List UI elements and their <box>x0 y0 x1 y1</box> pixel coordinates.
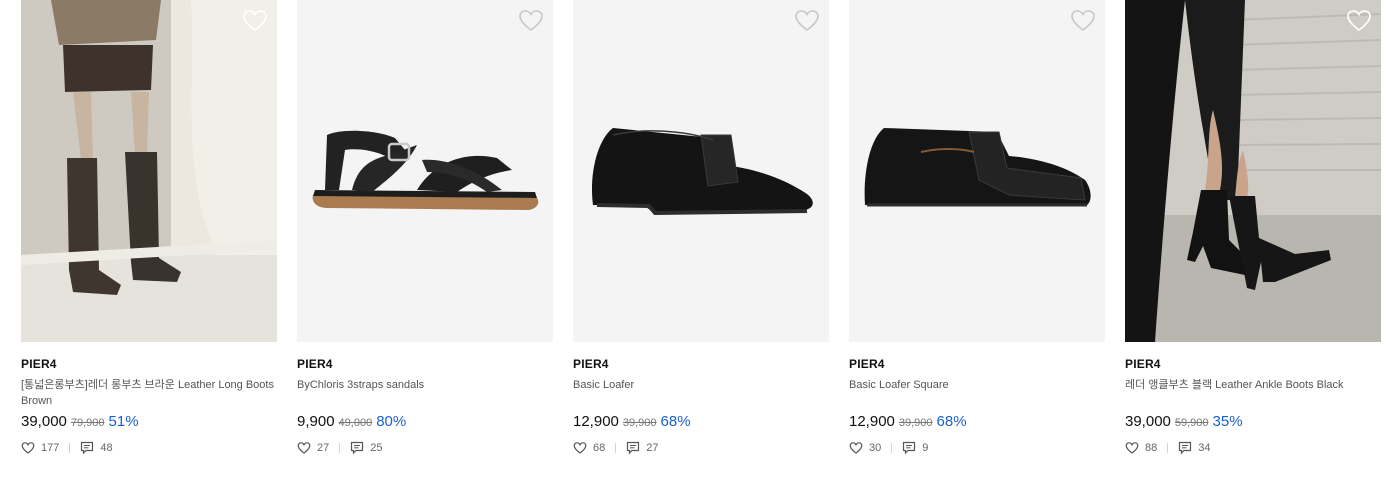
divider <box>69 443 71 453</box>
review-comment-icon <box>81 441 94 455</box>
price-row: 39,000 59,900 35% <box>1125 412 1381 432</box>
product-stats: 177 48 <box>21 440 277 456</box>
discount-rate: 68% <box>936 413 967 430</box>
heart-icon <box>1125 442 1139 454</box>
brand-name[interactable]: PIER4 <box>297 357 553 371</box>
sale-price: 12,900 <box>573 413 619 430</box>
brown-long-boots-photo <box>21 0 277 342</box>
brand-name[interactable]: PIER4 <box>573 357 829 371</box>
price-row: 9,900 49,000 80% <box>297 412 553 432</box>
product-name[interactable]: [통넓은롱부츠]레더 롱부츠 브라운 Leather Long Boots Br… <box>21 377 277 409</box>
wishlist-heart-icon[interactable] <box>1070 9 1096 33</box>
review-count: 27 <box>646 442 659 454</box>
black-loafer-photo <box>573 0 829 342</box>
sale-price: 39,000 <box>1125 413 1171 430</box>
original-price: 79,900 <box>70 417 105 429</box>
review-count: 25 <box>370 442 383 454</box>
heart-icon <box>849 442 863 454</box>
sale-price: 12,900 <box>849 413 895 430</box>
divider <box>339 443 341 453</box>
product-card[interactable]: PIER4 Basic Loafer Square 12,900 39,900 68… <box>849 0 1105 456</box>
brand-name[interactable]: PIER4 <box>1125 357 1381 371</box>
product-stats: 68 27 <box>573 440 829 456</box>
divider <box>615 443 617 453</box>
heart-icon <box>297 442 311 454</box>
product-name[interactable]: ByChloris 3straps sandals <box>297 377 553 409</box>
review-comment-icon <box>903 441 916 455</box>
black-square-loafer-photo <box>849 0 1105 342</box>
like-count: 68 <box>593 442 606 454</box>
sale-price: 39,000 <box>21 413 67 430</box>
brand-name[interactable]: PIER4 <box>21 357 277 371</box>
product-card[interactable]: PIER4 ByChloris 3straps sandals 9,900 49,… <box>297 0 553 456</box>
like-count: 30 <box>869 442 882 454</box>
product-name[interactable]: Basic Loafer <box>573 377 829 409</box>
divider <box>891 443 893 453</box>
review-comment-icon <box>351 441 364 455</box>
divider <box>1167 443 1169 453</box>
review-count: 48 <box>100 442 113 454</box>
price-row: 12,900 39,900 68% <box>849 412 1105 432</box>
product-stats: 88 34 <box>1125 440 1381 456</box>
review-count: 9 <box>922 442 929 454</box>
original-price: 39,900 <box>622 417 657 429</box>
wishlist-heart-icon[interactable] <box>1346 9 1372 33</box>
discount-rate: 51% <box>108 413 139 430</box>
black-strap-sandal-photo <box>297 0 553 342</box>
product-image[interactable] <box>21 0 277 342</box>
original-price: 59,900 <box>1174 417 1209 429</box>
original-price: 39,900 <box>898 417 933 429</box>
product-card[interactable]: PIER4 [통넓은롱부츠]레더 롱부츠 브라운 Leather Long Bo… <box>21 0 277 456</box>
like-count: 177 <box>41 442 60 454</box>
sale-price: 9,900 <box>297 413 335 430</box>
review-comment-icon <box>1179 441 1192 455</box>
discount-rate: 80% <box>376 413 407 430</box>
wishlist-heart-icon[interactable] <box>518 9 544 33</box>
brand-name[interactable]: PIER4 <box>849 357 1105 371</box>
original-price: 49,000 <box>338 417 373 429</box>
product-image[interactable] <box>1125 0 1381 342</box>
black-ankle-boots-photo <box>1125 0 1381 342</box>
like-count: 88 <box>1145 442 1158 454</box>
price-row: 39,000 79,900 51% <box>21 412 277 432</box>
like-count: 27 <box>317 442 330 454</box>
heart-icon <box>21 442 35 454</box>
review-comment-icon <box>627 441 640 455</box>
product-image[interactable] <box>297 0 553 342</box>
price-row: 12,900 39,900 68% <box>573 412 829 432</box>
wishlist-heart-icon[interactable] <box>794 9 820 33</box>
product-card[interactable]: PIER4 레더 앵클부츠 블랙 Leather Ankle Boots Bla… <box>1125 0 1381 456</box>
product-name[interactable]: 레더 앵클부츠 블랙 Leather Ankle Boots Black <box>1125 377 1381 409</box>
product-card[interactable]: PIER4 Basic Loafer 12,900 39,900 68% 68 27 <box>573 0 829 456</box>
product-grid: PIER4 [통넓은롱부츠]레더 롱부츠 브라운 Leather Long Bo… <box>21 0 1381 456</box>
product-stats: 27 25 <box>297 440 553 456</box>
review-count: 34 <box>1198 442 1211 454</box>
product-image[interactable] <box>849 0 1105 342</box>
heart-icon <box>573 442 587 454</box>
product-image[interactable] <box>573 0 829 342</box>
product-stats: 30 9 <box>849 440 1105 456</box>
discount-rate: 35% <box>1212 413 1243 430</box>
product-name[interactable]: Basic Loafer Square <box>849 377 1105 409</box>
wishlist-heart-icon[interactable] <box>242 9 268 33</box>
discount-rate: 68% <box>660 413 691 430</box>
